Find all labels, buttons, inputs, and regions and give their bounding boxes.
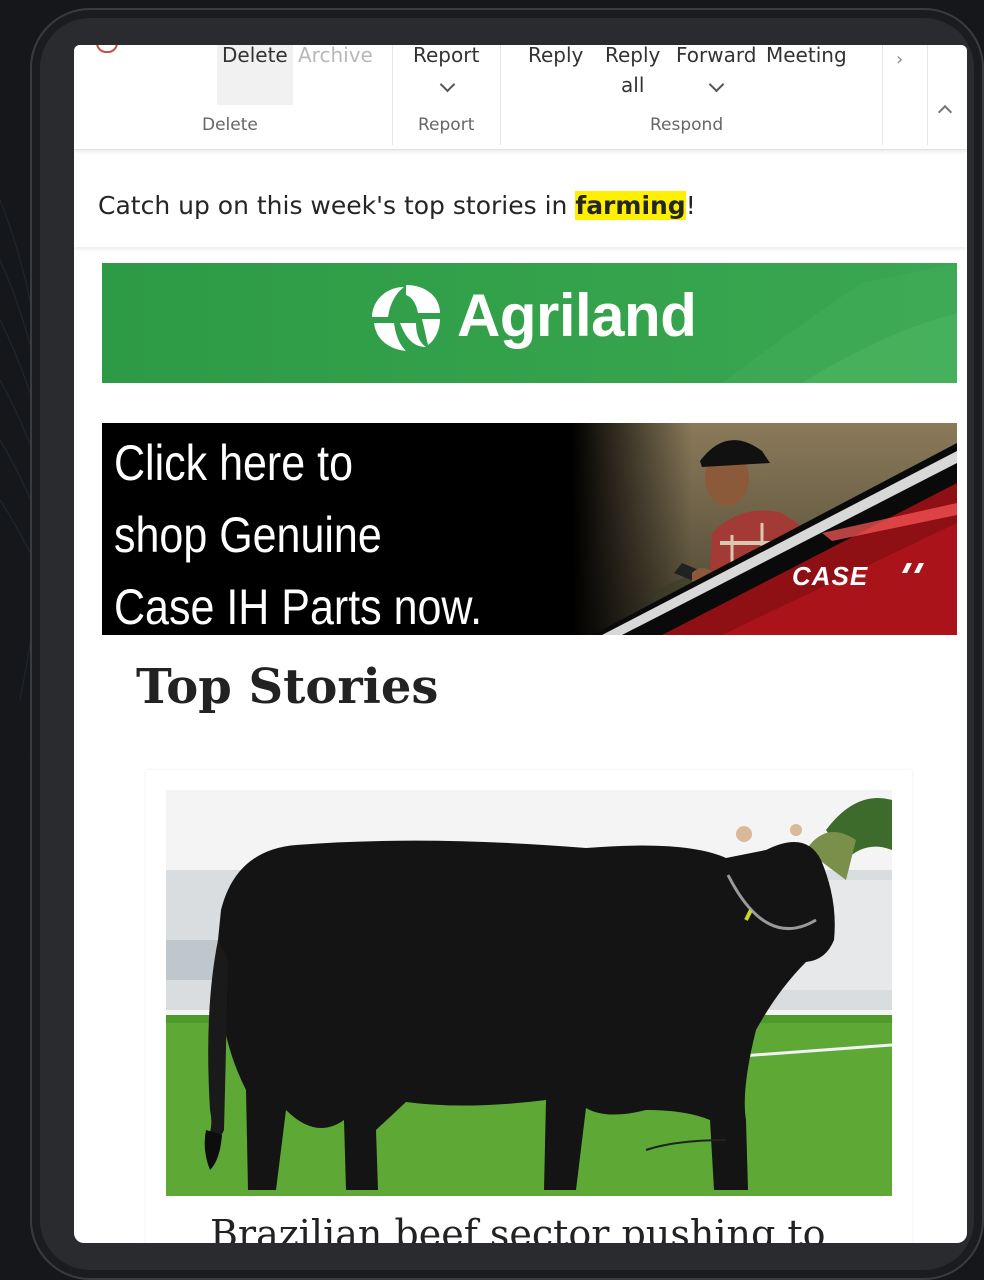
delete-button[interactable]: Delete	[222, 45, 288, 67]
app-logo-icon	[96, 45, 118, 53]
preheader-prefix: Catch up on this week's top stories in	[98, 191, 576, 220]
story-card[interactable]: Brazilian beef sector pushing to	[146, 770, 912, 1243]
preheader-suffix: !	[685, 191, 696, 220]
story-image[interactable]	[166, 790, 892, 1196]
meeting-button[interactable]: Meeting	[766, 45, 847, 67]
agriland-leaf-icon	[372, 285, 440, 351]
reply-all-button-line2[interactable]: all	[621, 73, 644, 97]
ad-headline: Click here to shop Genuine Case IH Parts…	[114, 427, 482, 635]
reply-all-button[interactable]: Reply	[605, 45, 660, 67]
ribbon-overflow-button[interactable]	[882, 45, 928, 145]
case-ih-logo: CASE	[792, 561, 869, 591]
ribbon-toolbar: Delete Archive Delete Report Report Repl…	[74, 45, 967, 150]
preheader-text: Catch up on this week's top stories in f…	[98, 191, 696, 220]
agriland-logo-text: Agriland	[457, 282, 697, 349]
respond-group-label: Respond	[650, 115, 724, 135]
ribbon-separator	[392, 45, 393, 145]
reply-button[interactable]: Reply	[528, 45, 583, 67]
ad-line-1: Click here to	[114, 435, 353, 491]
forward-button[interactable]: Forward	[676, 45, 756, 67]
archive-button[interactable]: Archive	[298, 45, 373, 67]
report-chevron-down-icon[interactable]	[439, 76, 456, 93]
email-preheader: Catch up on this week's top stories in f…	[74, 165, 967, 247]
case-ih-ad-banner[interactable]: Click here to shop Genuine Case IH Parts…	[102, 423, 957, 635]
agriland-banner[interactable]: Agriland	[102, 263, 957, 383]
forward-chevron-down-icon[interactable]	[708, 76, 725, 93]
section-title: Top Stories	[136, 659, 439, 715]
email-window: Delete Archive Delete Report Report Repl…	[74, 45, 967, 1243]
chevron-right-icon[interactable]: ›	[896, 49, 903, 70]
ad-line-2: shop Genuine	[114, 507, 382, 563]
report-button[interactable]: Report	[413, 45, 479, 67]
preheader-highlight: farming	[575, 191, 686, 220]
collapse-ribbon-icon[interactable]	[937, 104, 953, 120]
ad-line-3: Case IH Parts now.	[114, 579, 483, 635]
ribbon-separator	[500, 45, 501, 145]
report-group-label: Report	[418, 115, 475, 135]
delete-group-label: Delete	[202, 115, 258, 135]
story-headline[interactable]: Brazilian beef sector pushing to	[210, 1212, 826, 1243]
